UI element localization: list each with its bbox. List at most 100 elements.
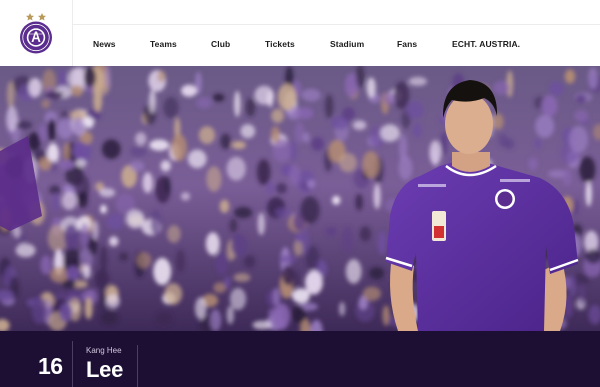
crowd-blob (272, 287, 280, 306)
crowd-blob (305, 270, 323, 295)
crowd-blob (339, 301, 346, 317)
crowd-blob (95, 269, 109, 289)
crowd-blob (257, 212, 265, 236)
crowd-blob (528, 157, 538, 171)
crowd-blob (588, 67, 598, 90)
crowd-blob (205, 232, 220, 256)
crowd-blob (307, 179, 316, 189)
crowd-blob (245, 98, 256, 117)
crowd-blob (61, 191, 77, 210)
crowd-blob (219, 199, 230, 213)
crowd-blob (119, 252, 129, 261)
nav-teams[interactable]: Teams (150, 39, 177, 49)
crowd-blob (230, 233, 248, 257)
crowd-blob (63, 223, 79, 251)
crowd-blob (572, 199, 579, 216)
nav-stadium[interactable]: Stadium (330, 39, 364, 49)
crowd-blob (366, 77, 376, 98)
crowd-blob (136, 252, 152, 269)
crowd-blob (440, 131, 448, 156)
crowd-blob (77, 191, 88, 208)
crowd-blob (99, 188, 116, 198)
crowd-blob (196, 96, 212, 109)
crowd-blob (275, 182, 288, 194)
crowd-blob (240, 124, 256, 139)
crowd-blob (153, 257, 172, 286)
nav-tickets[interactable]: Tickets (265, 39, 295, 49)
crowd-blob (106, 213, 124, 230)
crowd-blob (149, 89, 156, 114)
crowd-blob (223, 276, 231, 289)
crowd-blob (106, 294, 120, 309)
crowd-blob (338, 153, 357, 173)
crowd-blob (104, 66, 111, 89)
crowd-blob (429, 140, 442, 165)
crowd-blob (373, 183, 381, 210)
crowd-blob (206, 166, 222, 192)
crowd-blob (181, 84, 197, 97)
player-hero-banner (0, 66, 600, 331)
crowd-blob (574, 110, 589, 122)
crowd-blob (126, 209, 145, 229)
crowd-blob (160, 160, 171, 172)
crowd-blob (45, 90, 64, 100)
crowd-blob (99, 246, 108, 273)
crowd-blob (359, 226, 372, 242)
crowd-blob (59, 303, 73, 322)
crowd-blob (66, 266, 80, 281)
crowd-blob (289, 140, 297, 162)
crowd-blob (311, 137, 324, 151)
crowd-blob (268, 308, 284, 318)
crowd-blob (75, 159, 87, 168)
crowd-blob (47, 118, 56, 141)
crowd-blob (157, 70, 166, 83)
crowd-blob (535, 114, 555, 138)
crowd-blob (377, 231, 387, 255)
crowd-blob (342, 107, 355, 121)
crowd-blob (408, 76, 427, 86)
crowd-blob (498, 133, 508, 147)
crowd-blob (38, 157, 52, 171)
crowd-blob (534, 137, 541, 149)
crowd-blob (277, 83, 297, 111)
crowd-blob (412, 122, 423, 138)
nav-fans[interactable]: Fans (397, 39, 417, 49)
crowd-blob (41, 99, 50, 109)
crowd-blob (72, 141, 89, 161)
crowd-blob (393, 81, 410, 110)
crowd-blob (301, 88, 321, 102)
crowd-blob (352, 120, 367, 131)
crowd-blob (383, 93, 396, 105)
crowd-blob (129, 160, 145, 172)
nav-club[interactable]: Club (211, 39, 230, 49)
crowd-blob (569, 274, 577, 297)
crowd-blob (87, 84, 95, 95)
logo-link[interactable] (0, 0, 73, 66)
crowd-blob (405, 101, 424, 120)
site-header: News Teams Club Tickets Stadium Fans ECH… (0, 0, 600, 66)
crowd-blob (198, 126, 216, 144)
crowd-blob (369, 267, 385, 280)
crowd-blob (226, 156, 246, 181)
crowd-blob (212, 93, 225, 102)
crowd-blob (332, 195, 341, 205)
bar-divider (72, 341, 73, 387)
crowd-blob (180, 192, 191, 201)
crowd-blob (82, 265, 91, 279)
crowd-blob (38, 123, 47, 142)
crowd-blob (142, 172, 153, 194)
nav-echt-austria[interactable]: ECHT. AUSTRIA. (452, 39, 520, 49)
crowd-blob (296, 107, 314, 120)
crowd-blob (229, 287, 247, 311)
nav-news[interactable]: News (93, 39, 116, 49)
crowd-blob (362, 286, 381, 301)
crowd-blob (345, 259, 362, 284)
player-last-name: Lee (86, 357, 124, 382)
crowd-blob (80, 223, 90, 249)
crowd-blob (164, 283, 183, 305)
crowd-blob (52, 192, 59, 212)
crowd-blob (398, 155, 413, 181)
crowd-blob (129, 146, 147, 157)
crowd-blob (362, 151, 380, 179)
crowd-blob (84, 297, 93, 320)
